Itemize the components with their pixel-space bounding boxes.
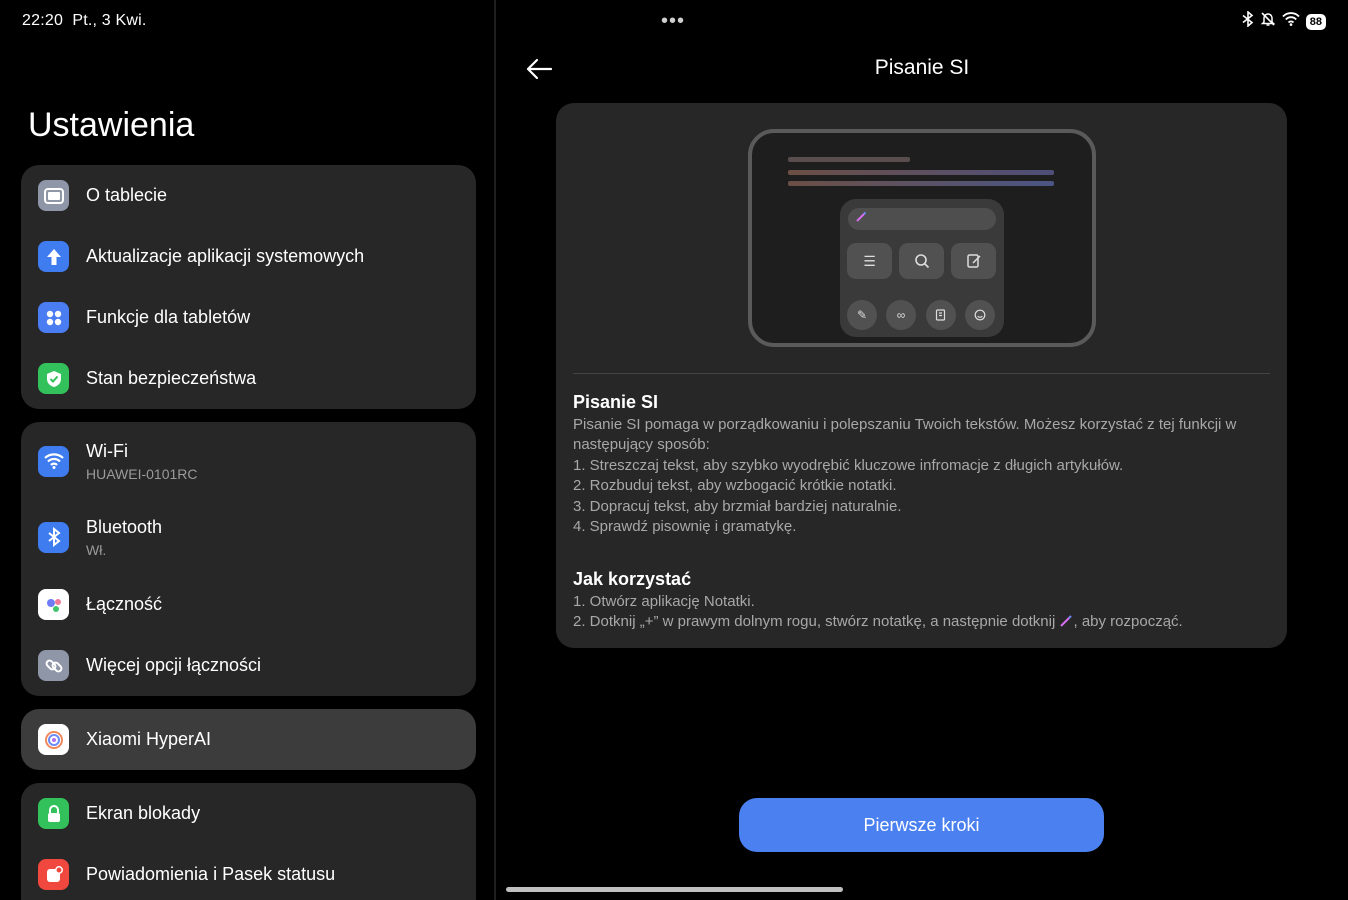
wifi-network-name: HUAWEI-0101RC — [86, 465, 198, 482]
settings-pane: 22:20 Pt., 3 Kwi. Ustawienia O tablecie … — [0, 0, 494, 900]
edit-icon: ✎ — [847, 300, 877, 330]
shield-check-icon — [38, 363, 69, 394]
page-title: Pisanie SI — [874, 56, 970, 79]
settings-item-label: O tablecie — [86, 185, 168, 205]
settings-item-xiaomi-hyperai[interactable]: Xiaomi HyperAI — [21, 709, 476, 770]
hyperai-swirl-icon — [38, 724, 69, 755]
feature-card: ☰ ✎ ∞ Pisanie SI Pisanie SI pomaga w por… — [556, 103, 1287, 648]
section-title-ai-writing: Pisanie SI — [573, 392, 659, 412]
card-divider — [573, 373, 1270, 374]
connectivity-dots-icon — [38, 589, 69, 620]
settings-item-system-updates[interactable]: Aktualizacje aplikacji systemowych — [21, 226, 476, 287]
settings-item-connectivity[interactable]: Łączność — [21, 574, 476, 635]
settings-item-tablet-features[interactable]: Funkcje dla tabletów — [21, 287, 476, 348]
settings-item-label: Bluetooth — [86, 516, 163, 537]
wifi-icon — [1282, 12, 1300, 31]
bluetooth-status: Wł. — [86, 541, 107, 558]
page-title: Ustawienia — [28, 106, 195, 144]
settings-item-label: Łączność — [86, 594, 163, 614]
note-add-icon — [926, 300, 956, 330]
section-description-how-to-use: 1. Otwórz aplikację Notatki. 2. Dotknij … — [573, 592, 1273, 633]
infinity-icon: ∞ — [886, 300, 916, 330]
summarize-icon: ☰ — [847, 243, 892, 279]
settings-group-connectivity: Wi-Fi HUAWEI-0101RC Bluetooth Wł. Łączno… — [21, 422, 476, 696]
bell-off-icon — [1260, 11, 1276, 32]
settings-item-label: Stan bezpieczeństwa — [86, 368, 257, 388]
grid-dots-icon — [38, 302, 69, 333]
description-line: następujący sposób: — [573, 436, 710, 454]
settings-group-display: Ekran blokady Powiadomienia i Pasek stat… — [21, 783, 476, 900]
description-line: 2. Rozbuduj tekst, aby wzbogacić krótkie… — [573, 477, 897, 495]
description-line: Pisanie SI pomaga w porządkowaniu i pole… — [573, 416, 1237, 433]
detail-pane: ••• 88 Pisanie SI ☰ ✎ ∞ Pisanie SI Pisan… — [496, 0, 1348, 900]
bluetooth-icon — [38, 521, 69, 553]
description-line: 1. Streszczaj tekst, aby szybko wyodrębi… — [573, 456, 1124, 474]
lock-icon — [38, 798, 69, 829]
settings-item-label: Wi-Fi — [86, 440, 128, 461]
emoji-icon — [965, 300, 995, 330]
battery-icon: 88 — [1305, 13, 1326, 30]
section-title-how-to-use: Jak korzystać — [573, 569, 692, 589]
section-description-ai-writing: Pisanie SI pomaga w porządkowaniu i pole… — [573, 415, 1273, 537]
instruction-line: 1. Otwórz aplikację Notatki. — [573, 593, 755, 610]
ai-pen-icon — [855, 211, 867, 226]
description-line: 4. Sprawdź pisownię i gramatykę. — [573, 518, 797, 536]
ai-pen-icon — [1059, 613, 1073, 630]
tablet-icon — [38, 180, 69, 211]
notification-icon — [38, 859, 69, 890]
status-date: Pt., 3 Kwi. — [72, 12, 147, 29]
get-started-button[interactable]: Pierwsze kroki — [739, 798, 1104, 852]
wifi-icon — [38, 445, 69, 477]
ai-toolbar-illustration: ☰ ✎ ∞ — [840, 199, 1004, 337]
home-indicator[interactable] — [506, 887, 843, 892]
settings-item-bluetooth[interactable]: Bluetooth Wł. — [21, 506, 476, 568]
settings-item-notifications[interactable]: Powiadomienia i Pasek statusu — [21, 844, 476, 900]
settings-item-label: Aktualizacje aplikacji systemowych — [86, 246, 365, 266]
bluetooth-icon — [1242, 10, 1254, 32]
settings-item-about-tablet[interactable]: O tablecie — [21, 165, 476, 226]
settings-item-label: Ekran blokady — [86, 803, 201, 823]
instruction-line: 2. Dotknij „+” w prawym dolnym rogu, stw… — [573, 613, 1183, 631]
ai-writing-illustration: ☰ ✎ ∞ — [748, 129, 1096, 347]
settings-item-label: Więcej opcji łączności — [86, 655, 262, 675]
settings-item-label: Powiadomienia i Pasek statusu — [86, 864, 336, 884]
settings-group-device: O tablecie Aktualizacje aplikacji system… — [21, 165, 476, 409]
link-icon — [38, 650, 69, 681]
status-time: 22:20 — [22, 12, 64, 29]
description-line: 3. Dopracuj tekst, aby brzmiał bardziej … — [573, 497, 902, 515]
settings-item-label: Xiaomi HyperAI — [86, 729, 212, 749]
status-icons: 88 — [1242, 10, 1326, 32]
settings-item-wifi[interactable]: Wi-Fi HUAWEI-0101RC — [21, 430, 476, 492]
settings-item-label: Funkcje dla tabletów — [86, 307, 251, 327]
window-options-icon[interactable]: ••• — [661, 10, 685, 33]
settings-item-lock-screen[interactable]: Ekran blokady — [21, 783, 476, 844]
search-icon — [899, 243, 944, 279]
settings-group-ai: Xiaomi HyperAI — [21, 709, 476, 770]
settings-item-security-status[interactable]: Stan bezpieczeństwa — [21, 348, 476, 409]
status-time-date: 22:20 Pt., 3 Kwi. — [22, 12, 147, 30]
settings-item-more-connectivity[interactable]: Więcej opcji łączności — [21, 635, 476, 696]
upload-arrow-icon — [38, 241, 69, 272]
edit-document-icon — [951, 243, 996, 279]
